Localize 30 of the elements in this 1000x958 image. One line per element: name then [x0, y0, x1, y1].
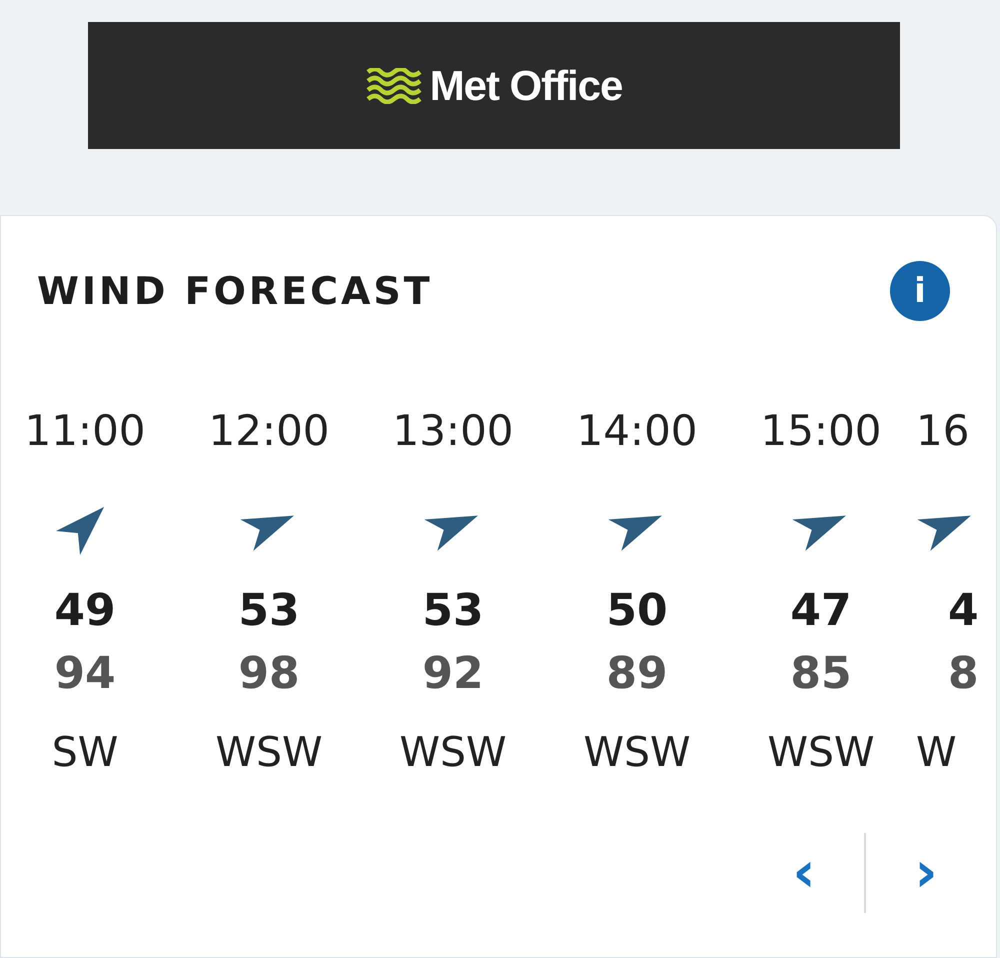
wind-direction: WSW: [767, 727, 875, 778]
hour-label: 13:00: [392, 405, 514, 457]
previous-button[interactable]: ‹: [764, 833, 844, 913]
wind-direction: W: [916, 727, 957, 778]
hour-label: 16: [916, 405, 970, 457]
wind-speed: 50: [606, 584, 668, 638]
gust-speed: 94: [54, 647, 116, 701]
gust-speed: 89: [606, 647, 668, 701]
wind-speed: 53: [238, 584, 300, 638]
hour-label: 14:00: [576, 405, 698, 457]
logo-icon[interactable]: [366, 68, 422, 104]
gust-speed: 85: [790, 647, 852, 701]
next-button[interactable]: ›: [886, 833, 966, 913]
wind-speed: 53: [422, 584, 484, 638]
card-title: WIND FORECAST: [37, 268, 433, 314]
hour-label: 11:00: [24, 405, 146, 457]
hour-label: 15:00: [760, 405, 882, 457]
wind-direction: WSW: [215, 727, 323, 778]
gust-speed: 92: [422, 647, 484, 701]
hour-label: 12:00: [208, 405, 330, 457]
wind-direction: WSW: [399, 727, 507, 778]
gust-speed: 8: [947, 647, 979, 701]
wind-direction: SW: [52, 727, 118, 778]
wind-direction: WSW: [583, 727, 691, 778]
gust-speed: 98: [238, 647, 300, 701]
wind-speed: 47: [790, 584, 852, 638]
wind-speed: 4: [947, 584, 979, 638]
logo-text[interactable]: Met Office: [430, 54, 622, 117]
info-button[interactable]: i: [890, 261, 950, 321]
wind-speed: 49: [54, 584, 116, 638]
